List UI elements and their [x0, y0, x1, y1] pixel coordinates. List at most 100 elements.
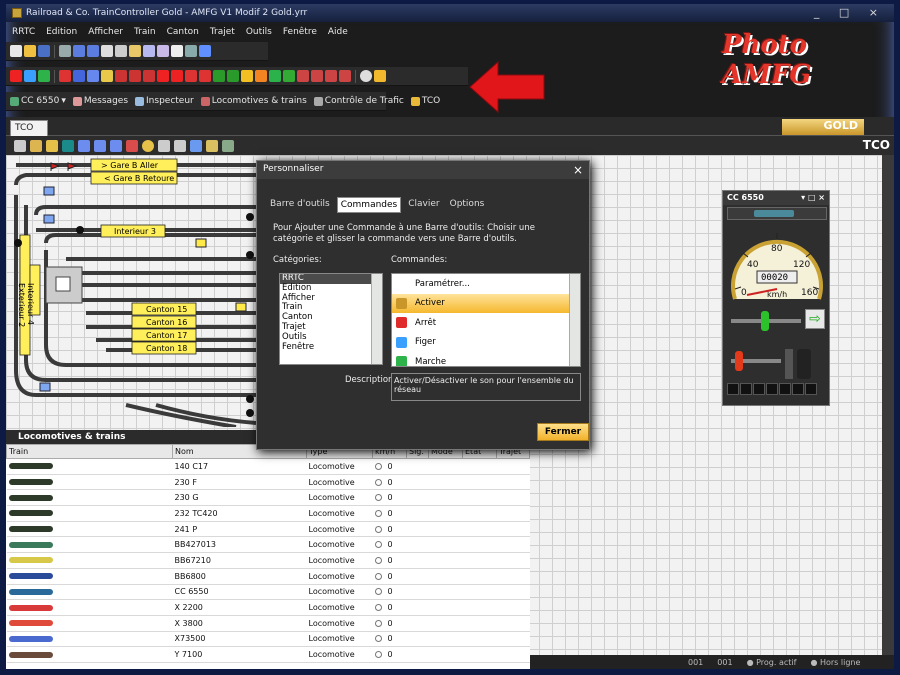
brake-slider-handle[interactable]: [735, 351, 743, 371]
save-icon[interactable]: [38, 45, 50, 57]
zoom-icon[interactable]: [190, 139, 202, 152]
switch-icon[interactable]: [213, 70, 225, 82]
pencil-icon[interactable]: [30, 139, 42, 152]
pointer-icon[interactable]: [14, 139, 26, 152]
function-button[interactable]: [753, 383, 765, 395]
table-row[interactable]: X 3800 Locomotive 0: [6, 615, 530, 632]
locomotives-trains-button[interactable]: Locomotives & trains: [200, 96, 307, 106]
signal-light[interactable]: [246, 213, 254, 221]
hourglass-icon[interactable]: [59, 70, 71, 82]
commands-scrollbar[interactable]: [569, 274, 580, 366]
block-icon[interactable]: [157, 70, 169, 82]
command-arret[interactable]: Arrêt: [392, 313, 580, 333]
table-row[interactable]: 230 F Locomotive 0: [6, 474, 530, 491]
track-tool-icon[interactable]: [94, 139, 106, 152]
text-tool-icon[interactable]: [158, 139, 170, 152]
command-parametrer[interactable]: Paramétrer...: [392, 274, 580, 294]
table-row[interactable]: BB6800 Locomotive 0: [6, 568, 530, 585]
track-layout[interactable]: Interieur 4 Exterieur 2 > Gare B Aller <…: [6, 155, 268, 427]
window-controls[interactable]: _ □ ×: [814, 6, 886, 19]
traffic-control-button[interactable]: Contrôle de Trafic: [313, 96, 404, 106]
redo-icon[interactable]: [87, 45, 99, 57]
sound-icon[interactable]: [101, 70, 113, 82]
loco-selector[interactable]: CC 6550 ▾: [10, 96, 66, 106]
block-marker[interactable]: [235, 302, 247, 312]
switch-2-icon[interactable]: [227, 70, 239, 82]
layer-icon[interactable]: [222, 139, 234, 152]
tab-commands[interactable]: Commandes: [336, 197, 402, 213]
throttle-controls[interactable]: ▾ □ ×: [801, 193, 825, 202]
undo-icon[interactable]: [73, 45, 85, 57]
vertical-scrollbar[interactable]: [882, 155, 894, 655]
function-button[interactable]: [779, 383, 791, 395]
stop-icon[interactable]: [10, 70, 22, 82]
link-icon[interactable]: [311, 70, 323, 82]
signal-light[interactable]: [246, 409, 254, 417]
freeze-icon[interactable]: [24, 70, 36, 82]
signal-light[interactable]: [246, 395, 254, 403]
categories-list[interactable]: RRTC Edition Afficher Train Canton Traje…: [279, 273, 383, 365]
signal-tool-icon[interactable]: [126, 139, 138, 152]
tab-toolbars[interactable]: Barre d'outils: [267, 197, 333, 213]
line-tool-icon[interactable]: [78, 139, 90, 152]
table-row[interactable]: 232 TC420 Locomotive 0: [6, 505, 530, 522]
signal-3-icon[interactable]: [143, 70, 155, 82]
a-icon[interactable]: [283, 70, 295, 82]
tco-button[interactable]: TCO: [410, 96, 440, 106]
font-icon[interactable]: [143, 45, 155, 57]
tab-tco[interactable]: TCO: [10, 120, 48, 136]
table-row[interactable]: BB427013 Locomotive 0: [6, 536, 530, 554]
close-button[interactable]: Fermer: [537, 423, 589, 441]
grid-icon[interactable]: [206, 139, 218, 152]
frame-tool-icon[interactable]: [174, 139, 186, 152]
speaker-icon[interactable]: [374, 70, 386, 82]
tab-keyboard[interactable]: Clavier: [405, 197, 442, 213]
open-folder-icon[interactable]: [24, 45, 36, 57]
new-file-icon[interactable]: [10, 45, 22, 57]
command-marche[interactable]: Marche: [392, 352, 580, 366]
signal-light[interactable]: [246, 251, 254, 259]
signal-icon[interactable]: [115, 70, 127, 82]
cut-icon[interactable]: [101, 45, 113, 57]
arrow-down-icon[interactable]: [241, 70, 253, 82]
menu-outils[interactable]: Outils: [246, 27, 272, 37]
function-button[interactable]: [805, 383, 817, 395]
arrow-up-icon[interactable]: [255, 70, 267, 82]
block-marker[interactable]: [43, 214, 55, 224]
tab-options[interactable]: Options: [447, 197, 488, 213]
menu-afficher[interactable]: Afficher: [88, 27, 123, 37]
block-2-icon[interactable]: [171, 70, 183, 82]
run-icon[interactable]: [38, 70, 50, 82]
settings-icon[interactable]: [185, 45, 197, 57]
table-row[interactable]: BB67210 Locomotive 0: [6, 552, 530, 569]
command-figer[interactable]: Figer: [392, 333, 580, 353]
categories-scrollbar[interactable]: [371, 274, 382, 364]
tools-icon[interactable]: [171, 45, 183, 57]
table-row[interactable]: CC 6550 Locomotive 0: [6, 584, 530, 601]
link-2-icon[interactable]: [325, 70, 337, 82]
route-icon[interactable]: [185, 70, 197, 82]
inspector-button[interactable]: Inspecteur: [135, 96, 194, 106]
col-train[interactable]: Train: [6, 444, 173, 459]
messages-button[interactable]: Messages: [72, 96, 128, 106]
schedule-icon[interactable]: [87, 70, 99, 82]
table-row[interactable]: 140 C17 Locomotive 0: [6, 458, 530, 475]
block-marker[interactable]: [43, 186, 55, 196]
commands-list[interactable]: Paramétrer... Activer Arrêt Figer Marche: [391, 273, 581, 367]
table-row[interactable]: 241 P Locomotive 0: [6, 521, 530, 538]
block-marker[interactable]: [39, 382, 51, 392]
menu-train[interactable]: Train: [134, 27, 156, 37]
menu-trajet[interactable]: Trajet: [210, 27, 235, 37]
function-button[interactable]: [727, 383, 739, 395]
speed-slider-handle[interactable]: [761, 311, 769, 331]
color-picker-icon[interactable]: [62, 139, 74, 152]
signal-light[interactable]: [14, 239, 22, 247]
table-row[interactable]: 230 G Locomotive 0: [6, 489, 530, 507]
command-activer[interactable]: Activer: [392, 293, 580, 313]
function-button[interactable]: [792, 383, 804, 395]
green-arrow-icon[interactable]: [269, 70, 281, 82]
help-icon[interactable]: [199, 45, 211, 57]
lamp-tool-icon[interactable]: [142, 139, 154, 152]
close-icon[interactable]: ×: [573, 163, 583, 177]
print-icon[interactable]: [59, 45, 71, 57]
